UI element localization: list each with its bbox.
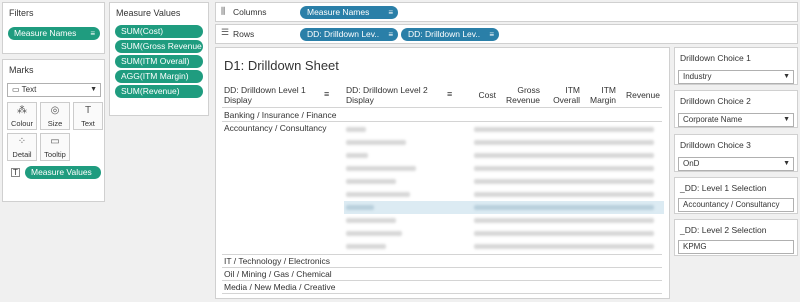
columns-icon: ⫼ xyxy=(221,6,226,16)
tooltip-icon: ▭ xyxy=(50,136,60,147)
sort-icon: ≡ xyxy=(324,89,330,99)
header-gross-revenue: Gross Revenue xyxy=(505,85,540,105)
chevron-down-icon: ▼ xyxy=(783,116,790,123)
row-label-oil[interactable]: Oil / Mining / Gas / Chemical xyxy=(224,269,332,279)
header-level1: DD: Drilldown Level 1 Display xyxy=(224,85,306,105)
filter-pill-measure-names[interactable]: Measure Names ≡ xyxy=(8,27,100,40)
chevron-down-icon: ▼ xyxy=(90,86,97,93)
header-itm-overall: ITM Overall xyxy=(553,85,580,105)
columns-label: Columns xyxy=(233,7,267,17)
columns-pill-measure-names[interactable]: Measure Names ≡ xyxy=(300,6,398,19)
detail-button[interactable]: ⁘ Detail xyxy=(7,133,37,161)
param-select[interactable]: Corporate Name ▼ xyxy=(678,113,794,127)
colour-button[interactable]: ⁂ Colour xyxy=(7,102,37,130)
measure-pill[interactable]: AGG(ITM Margin) xyxy=(115,70,203,83)
measure-pill[interactable]: SUM(Gross Revenue) xyxy=(115,40,203,53)
param-drilldown-choice-1: Drilldown Choice 1 Industry ▼ xyxy=(674,47,798,85)
measure-pill[interactable]: SUM(Revenue) xyxy=(115,85,203,98)
sort-icon: ≡ xyxy=(388,30,393,39)
row-divider xyxy=(222,267,662,268)
row-label-accountancy[interactable]: Accountancy / Consultancy xyxy=(224,123,327,133)
row-label-media[interactable]: Media / New Media / Creative xyxy=(224,282,336,292)
row-label-it[interactable]: IT / Technology / Electronics xyxy=(224,256,330,266)
param-label: Drilldown Choice 1 xyxy=(680,53,751,63)
marks-pill-measure-values[interactable]: Measure Values xyxy=(25,166,101,179)
detail-icon: ⁘ xyxy=(17,136,27,147)
sheet-title: D1: Drilldown Sheet xyxy=(224,58,339,73)
text-button[interactable]: T Text xyxy=(73,102,103,130)
size-button[interactable]: ◎ Size xyxy=(40,102,70,130)
measure-pill[interactable]: SUM(Cost) xyxy=(115,25,203,38)
text-mark-icon: ▭ xyxy=(12,85,22,94)
header-cost: Cost xyxy=(478,90,496,100)
param-label: _DD: Level 2 Selection xyxy=(680,225,767,235)
colour-icon: ⁂ xyxy=(17,105,27,116)
header-divider xyxy=(222,107,662,108)
chevron-down-icon: ▼ xyxy=(783,73,790,80)
row-divider xyxy=(222,280,662,281)
marks-pane: Marks ▭ Text ▼ ⁂ Colour ◎ Size T Text ⁘ Detai… xyxy=(2,59,105,202)
rows-icon: ☰ xyxy=(221,27,230,37)
rows-pill-level2[interactable]: DD: Drilldown Lev.. ≡ xyxy=(401,28,499,41)
columns-shelf: ⫼ Columns Measure Names ≡ xyxy=(215,2,798,22)
param-level1-selection: _DD: Level 1 Selection Accountancy / Con… xyxy=(674,177,798,214)
param-select[interactable]: OnD ▼ xyxy=(678,157,794,171)
row-divider xyxy=(222,293,662,294)
text-field-icon: T xyxy=(11,168,20,177)
measure-pill[interactable]: SUM(ITM Overall) xyxy=(115,55,203,68)
param-label: _DD: Level 1 Selection xyxy=(680,183,767,193)
sort-icon: ≡ xyxy=(447,89,453,99)
rows-pill-level1[interactable]: DD: Drilldown Lev.. ≡ xyxy=(300,28,398,41)
param-drilldown-choice-3: Drilldown Choice 3 OnD ▼ xyxy=(674,134,798,172)
param-drilldown-choice-2: Drilldown Choice 2 Corporate Name ▼ xyxy=(674,90,798,128)
measure-values-pane: Measure Values SUM(Cost) SUM(Gross Reven… xyxy=(109,2,209,116)
param-text-input[interactable]: KPMG xyxy=(678,240,794,254)
param-select[interactable]: Industry ▼ xyxy=(678,70,794,84)
rows-shelf: ☰ Rows DD: Drilldown Lev.. ≡ DD: Drilldow… xyxy=(215,24,798,44)
filters-pane: Filters Measure Names ≡ xyxy=(2,2,105,54)
row-divider xyxy=(222,254,662,255)
rows-label: Rows xyxy=(233,29,255,39)
row-divider xyxy=(222,121,662,122)
size-icon: ◎ xyxy=(50,105,60,116)
marks-title: Marks xyxy=(9,65,34,75)
text-icon: T xyxy=(84,105,92,116)
param-text-input[interactable]: Accountancy / Consultancy xyxy=(678,198,794,212)
sheet-view: D1: Drilldown Sheet DD: Drilldown Level … xyxy=(215,47,670,299)
sort-icon: ≡ xyxy=(388,8,393,17)
chevron-down-icon: ▼ xyxy=(783,160,790,167)
param-label: Drilldown Choice 3 xyxy=(680,140,751,150)
filters-title: Filters xyxy=(9,8,34,18)
measure-values-title: Measure Values xyxy=(116,8,181,18)
param-label: Drilldown Choice 2 xyxy=(680,96,751,106)
param-level2-selection: _DD: Level 2 Selection KPMG xyxy=(674,219,798,256)
mark-type-select[interactable]: ▭ Text ▼ xyxy=(7,83,101,97)
sort-icon: ≡ xyxy=(489,30,494,39)
header-revenue: Revenue xyxy=(625,90,660,100)
sort-icon: ≡ xyxy=(90,29,95,38)
header-level2: DD: Drilldown Level 2 Display xyxy=(346,85,428,105)
row-label-banking[interactable]: Banking / Insurance / Finance xyxy=(224,110,336,120)
header-itm-margin: ITM Margin xyxy=(590,85,616,105)
tooltip-button[interactable]: ▭ Tooltip xyxy=(40,133,70,161)
